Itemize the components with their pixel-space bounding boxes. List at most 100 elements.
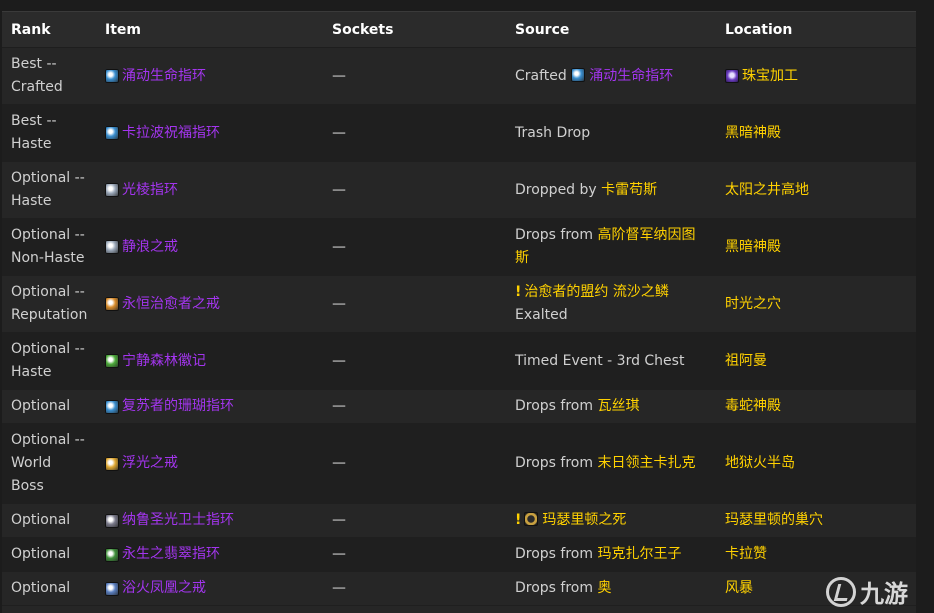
location-link[interactable]: 玛瑟里顿的巢穴 (725, 509, 823, 532)
source-link[interactable]: 涌动生命指环 (589, 68, 673, 84)
location-cell: 玛瑟里顿的巢穴 (716, 503, 916, 538)
item-link[interactable]: 宁静森林徽记 (122, 350, 206, 373)
source-link[interactable]: 瓦丝琪 (597, 398, 639, 414)
source-text: Drops from (515, 580, 594, 596)
rank-cell: Optional (2, 389, 96, 424)
location-cell: 太阳之井高地 (716, 161, 916, 219)
sockets-value: — (332, 124, 346, 141)
location-link[interactable]: 黑暗神殿 (725, 122, 781, 145)
source-cell: Timed Event - 3rd Chest (506, 332, 716, 390)
header-source[interactable]: Source (506, 12, 716, 48)
blue-ring-icon[interactable] (105, 69, 119, 83)
sockets-value: — (332, 181, 346, 198)
item-cell: 纳鲁圣光卫士指环 (96, 503, 323, 538)
rank-text: Best -- (11, 56, 57, 72)
location-link[interactable]: 珠宝加工 (742, 65, 798, 88)
source-link[interactable]: 玛瑟里顿之死 (542, 512, 626, 528)
dark-ring-icon[interactable] (105, 513, 119, 528)
blue-ring-icon[interactable] (105, 581, 119, 596)
ring-loot-table: Rank Item Sockets Source Location Best -… (2, 12, 916, 606)
green-ring-icon[interactable] (105, 354, 119, 368)
header-location[interactable]: Location (716, 12, 916, 48)
item-cell: 光棱指环 (96, 161, 323, 219)
item-link[interactable]: 卡拉波祝福指环 (122, 122, 220, 145)
source-link[interactable]: 玛克扎尔王子 (597, 546, 681, 562)
source-cell: Drops from 高阶督军纳因图斯 (506, 218, 716, 276)
silver-ring-icon[interactable] (105, 183, 119, 197)
table-row: Optional 浴火凤凰之戒 — Drops from 奥风暴 (2, 571, 916, 606)
table-row: Optional -- Reputation 永恒治愈者之戒 — ! 治愈者的盟约 流沙之… (2, 275, 916, 333)
header-sockets[interactable]: Sockets (323, 12, 506, 48)
gold-ring-icon[interactable] (105, 456, 119, 471)
rank-text: Optional -- (11, 227, 85, 243)
blue-ring-icon[interactable] (105, 126, 119, 140)
location-link[interactable]: 祖阿曼 (725, 350, 767, 373)
sockets-cell: — (323, 275, 506, 333)
loot-table-panel: Rank Item Sockets Source Location Best -… (2, 11, 916, 613)
rank-text: Optional (11, 580, 71, 596)
location-cell: 珠宝加工 (716, 47, 916, 105)
sockets-cell: — (323, 537, 506, 572)
source-cell: ! 治愈者的盟约 流沙之鳞 Exalted (506, 275, 716, 333)
location-link[interactable]: 风暴 (725, 577, 753, 600)
silver-ring-icon[interactable] (105, 240, 119, 254)
blue-ring-icon[interactable] (571, 67, 586, 82)
item-link[interactable]: 静浪之戒 (122, 236, 178, 259)
location-link[interactable]: 毒蛇神殿 (725, 395, 781, 418)
sockets-value: — (332, 295, 346, 312)
location-link[interactable]: 太阳之井高地 (725, 179, 809, 202)
source-link-continued[interactable]: 斯 (515, 247, 712, 270)
source-link[interactable]: 卡雷苟斯 (601, 182, 657, 198)
rank-text: Optional -- (11, 284, 85, 300)
source-text: Drops from (515, 455, 594, 471)
location-link[interactable]: 黑暗神殿 (725, 236, 781, 259)
source-link[interactable]: 高阶督军纳因图 (597, 227, 695, 243)
sockets-value: — (332, 352, 346, 369)
item-link[interactable]: 浴火凤凰之戒 (122, 577, 206, 600)
achievement-icon[interactable] (524, 512, 539, 526)
sockets-value: — (332, 238, 346, 255)
rank-cell: Best -- Haste (2, 104, 96, 162)
item-link[interactable]: 纳鲁圣光卫士指环 (122, 509, 234, 532)
jewelcrafting-icon[interactable] (725, 69, 739, 83)
source-link[interactable]: 奥 (597, 580, 611, 596)
location-link[interactable]: 地狱火半岛 (725, 452, 795, 475)
item-link[interactable]: 浮光之戒 (122, 452, 178, 475)
source-text: Dropped by (515, 181, 597, 198)
source-cell: Drops from 玛克扎尔王子 (506, 537, 716, 572)
item-link[interactable]: 光棱指环 (122, 179, 178, 202)
rank-text: Haste (11, 364, 52, 380)
source-cell: Crafted 涌动生命指环 (506, 47, 716, 105)
location-link[interactable]: 时光之穴 (725, 293, 781, 316)
gold-ring-icon[interactable] (105, 297, 119, 311)
item-link[interactable]: 永生之翡翠指环 (122, 543, 220, 566)
blue-ring-icon[interactable] (105, 399, 119, 414)
source-cell: Drops from 末日领主卡扎克 (506, 423, 716, 504)
green-ring-icon[interactable] (105, 547, 119, 562)
item-link[interactable]: 永恒治愈者之戒 (122, 293, 220, 316)
source-cell: Drops from 奥 (506, 571, 716, 606)
location-cell: 毒蛇神殿 (716, 389, 916, 424)
rank-text: Haste (11, 193, 52, 209)
item-link[interactable]: 涌动生命指环 (122, 65, 206, 88)
item-link[interactable]: 复苏者的珊瑚指环 (122, 395, 234, 418)
sockets-value: — (332, 67, 346, 84)
source-link[interactable]: 末日领主卡扎克 (597, 455, 695, 471)
item-cell: 涌动生命指环 (96, 47, 323, 105)
location-cell: 卡拉赞 (716, 537, 916, 572)
rank-text: Reputation (11, 307, 88, 323)
sockets-value: — (332, 580, 346, 596)
table-row: Optional -- Non-Haste 静浪之戒 — Drops from 高阶督军… (2, 218, 916, 276)
header-rank[interactable]: Rank (2, 12, 96, 48)
source-link[interactable]: 治愈者的盟约 流沙之鳞 (524, 284, 668, 300)
source-text: Drops from (515, 546, 594, 562)
rank-text: Non-Haste (11, 250, 85, 266)
sockets-cell: — (323, 503, 506, 538)
header-item[interactable]: Item (96, 12, 323, 48)
watermark-text: 九游 (860, 580, 908, 608)
rank-cell: Optional -- Reputation (2, 275, 96, 333)
location-cell: 地狱火半岛 (716, 423, 916, 504)
rank-text: Boss (11, 478, 44, 494)
sockets-cell: — (323, 423, 506, 504)
location-link[interactable]: 卡拉赞 (725, 543, 767, 566)
